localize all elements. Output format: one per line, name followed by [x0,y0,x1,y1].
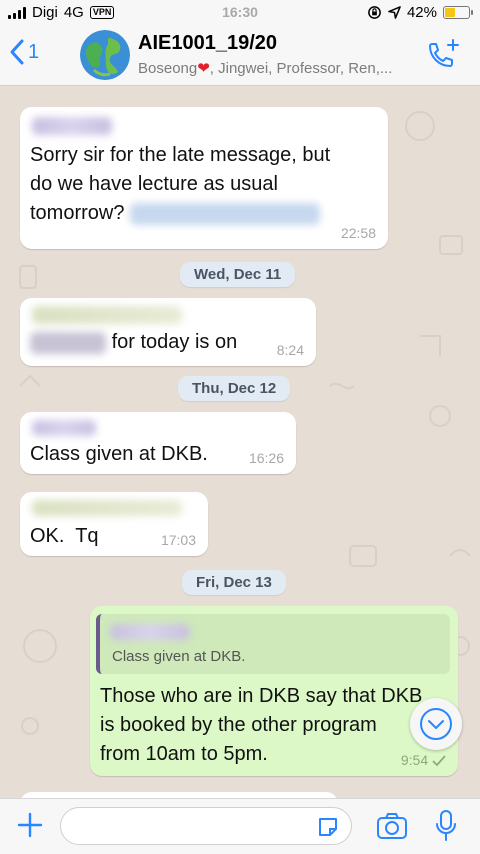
add-call-icon[interactable] [426,38,460,72]
sticker-icon[interactable] [316,815,340,839]
chat-header: 1 AIE1001_19/20 Boseong❤, Jingwei, Profe… [0,26,480,86]
message-line: Those who are in DKB say that DKB [100,685,423,707]
globe-icon [80,30,130,80]
message-time: 9:54 [401,752,446,768]
group-avatar[interactable] [80,30,130,80]
heart-icon: ❤ [197,60,210,77]
camera-icon[interactable] [376,811,408,841]
message-line: Sorry sir for the late message, but [30,144,331,166]
message-line: tomorrow? [30,199,330,228]
composer-bar [0,798,480,854]
message-input[interactable] [60,807,352,845]
message-text: OK. Tq [30,525,99,547]
message-time: 22:58 [340,225,376,241]
message-time-text: 9:54 [400,752,429,768]
message-text: Those who are in DKB say that DKB is boo… [100,682,422,769]
sender-name-blurred [32,500,182,516]
chat-area[interactable]: Sorry sir for the late message, but do w… [0,86,480,798]
participants-rest: , Jingwei, Professor, Ren,... [209,60,393,77]
quoted-text: Class given at DKB. [112,648,246,665]
message-bubble[interactable]: OK. Tq 17:03 [20,492,208,556]
message-text: Sorry sir for the late message, but do w… [30,141,330,228]
date-separator: Fri, Dec 13 [182,570,286,595]
participant-name: Boseong [138,60,198,77]
participants-list[interactable]: Boseong❤, Jingwei, Professor, Ren,... [138,59,392,77]
message-bubble[interactable]: Sorry sir for the late message, but do w… [20,107,388,249]
outgoing-message-bubble[interactable]: Class given at DKB. Those who are in DKB… [90,606,458,776]
message-line-text: for today is on [111,331,238,353]
message-text: for today is on [30,328,237,357]
battery-icon [443,6,473,19]
sender-name-blurred [32,306,182,324]
status-right: 42% [367,4,473,21]
scroll-to-bottom-button[interactable] [410,698,462,750]
message-line: do we have lecture as usual [30,173,278,195]
message-time: 17:03 [160,532,196,548]
message-bubble[interactable]: for today is on 8:24 [20,298,316,366]
message-line: from 10am to 5pm. [100,743,268,765]
date-separator: Thu, Dec 12 [178,376,291,401]
unread-count: 1 [28,40,40,63]
battery-percent: 42% [406,4,437,21]
mention-blurred [130,202,321,225]
plus-icon[interactable] [16,811,44,839]
sent-check-icon [432,755,446,767]
sender-name-blurred [32,117,112,135]
back-button[interactable]: 1 [8,38,39,66]
message-time: 16:26 [248,450,284,466]
status-bar: Digi 4G VPN 16:30 42% [0,0,480,26]
chevron-left-icon [10,39,24,65]
chevron-down-icon [420,708,452,740]
sender-name-blurred [32,420,96,436]
location-icon [388,6,401,19]
blurred-text [30,331,106,354]
message-time: 8:24 [276,342,304,358]
group-title[interactable]: AIE1001_19/20 [138,32,277,55]
date-separator: Wed, Dec 11 [180,262,296,287]
quoted-message[interactable]: Class given at DKB. [96,614,450,674]
quoted-sender-blurred [110,624,190,640]
message-text: Class given at DKB. [30,443,208,465]
message-line-text: tomorrow? [30,202,125,224]
message-bubble[interactable]: Class given at DKB. 16:26 [20,412,296,474]
message-line: is booked by the other program [100,714,377,736]
orientation-lock-icon [368,6,381,19]
microphone-icon[interactable] [434,809,458,843]
